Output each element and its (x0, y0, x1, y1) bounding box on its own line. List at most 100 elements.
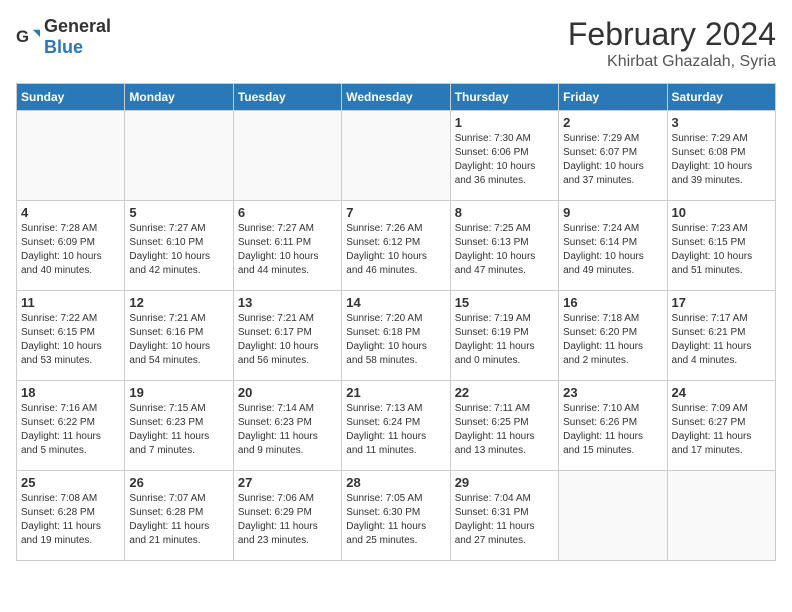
day-info: Sunrise: 7:13 AMSunset: 6:24 PMDaylight:… (346, 402, 445, 458)
day-number: 13 (238, 295, 337, 310)
subtitle: Khirbat Ghazalah, Syria (568, 53, 776, 71)
calendar-cell (125, 111, 233, 201)
calendar-cell: 20 Sunrise: 7:14 AMSunset: 6:23 PMDayligh… (233, 381, 341, 471)
day-info: Sunrise: 7:19 AMSunset: 6:19 PMDaylight:… (455, 312, 554, 368)
calendar-cell: 23 Sunrise: 7:10 AMSunset: 6:26 PMDayligh… (559, 381, 667, 471)
day-info: Sunrise: 7:24 AMSunset: 6:14 PMDaylight:… (563, 222, 662, 278)
weekday-header-wednesday: Wednesday (342, 84, 450, 111)
calendar-cell: 3 Sunrise: 7:29 AMSunset: 6:08 PMDaylight… (667, 111, 775, 201)
page-header: G General Blue February 2024 Khirbat Gha… (16, 16, 776, 71)
calendar-cell: 14 Sunrise: 7:20 AMSunset: 6:18 PMDayligh… (342, 291, 450, 381)
logo-blue: Blue (44, 37, 83, 57)
day-info: Sunrise: 7:10 AMSunset: 6:26 PMDaylight:… (563, 402, 662, 458)
calendar-cell: 18 Sunrise: 7:16 AMSunset: 6:22 PMDayligh… (17, 381, 125, 471)
svg-text:G: G (16, 27, 29, 46)
day-number: 3 (672, 115, 771, 130)
day-number: 29 (455, 475, 554, 490)
calendar-cell (667, 471, 775, 561)
calendar-table: SundayMondayTuesdayWednesdayThursdayFrid… (16, 83, 776, 561)
calendar-cell: 16 Sunrise: 7:18 AMSunset: 6:20 PMDayligh… (559, 291, 667, 381)
day-number: 17 (672, 295, 771, 310)
day-number: 12 (129, 295, 228, 310)
day-number: 5 (129, 205, 228, 220)
day-info: Sunrise: 7:21 AMSunset: 6:16 PMDaylight:… (129, 312, 228, 368)
day-number: 4 (21, 205, 120, 220)
weekday-header-saturday: Saturday (667, 84, 775, 111)
day-number: 15 (455, 295, 554, 310)
calendar-cell: 25 Sunrise: 7:08 AMSunset: 6:28 PMDayligh… (17, 471, 125, 561)
day-number: 23 (563, 385, 662, 400)
day-number: 10 (672, 205, 771, 220)
calendar-cell: 1 Sunrise: 7:30 AMSunset: 6:06 PMDaylight… (450, 111, 558, 201)
day-info: Sunrise: 7:28 AMSunset: 6:09 PMDaylight:… (21, 222, 120, 278)
calendar-cell: 21 Sunrise: 7:13 AMSunset: 6:24 PMDayligh… (342, 381, 450, 471)
calendar-cell: 2Sunrise: 7:29 AMSunset: 6:07 PMDaylight… (559, 111, 667, 201)
day-info: Sunrise: 7:30 AMSunset: 6:06 PMDaylight:… (455, 132, 554, 188)
day-info: Sunrise: 7:25 AMSunset: 6:13 PMDaylight:… (455, 222, 554, 278)
calendar-cell (233, 111, 341, 201)
weekday-header-sunday: Sunday (17, 84, 125, 111)
week-row-2: 4 Sunrise: 7:28 AMSunset: 6:09 PMDaylight… (17, 201, 776, 291)
week-row-4: 18 Sunrise: 7:16 AMSunset: 6:22 PMDayligh… (17, 381, 776, 471)
day-info: Sunrise: 7:08 AMSunset: 6:28 PMDaylight:… (21, 492, 120, 548)
calendar-cell: 10 Sunrise: 7:23 AMSunset: 6:15 PMDayligh… (667, 201, 775, 291)
day-number: 26 (129, 475, 228, 490)
calendar-cell: 12 Sunrise: 7:21 AMSunset: 6:16 PMDayligh… (125, 291, 233, 381)
weekday-header-row: SundayMondayTuesdayWednesdayThursdayFrid… (17, 84, 776, 111)
day-number: 25 (21, 475, 120, 490)
day-number: 9 (563, 205, 662, 220)
day-number: 24 (672, 385, 771, 400)
calendar-cell: 6Sunrise: 7:27 AMSunset: 6:11 PMDaylight… (233, 201, 341, 291)
day-number: 1 (455, 115, 554, 130)
day-info: Sunrise: 7:14 AMSunset: 6:23 PMDaylight:… (238, 402, 337, 458)
logo: G General Blue (16, 16, 111, 58)
title-area: February 2024 Khirbat Ghazalah, Syria (568, 16, 776, 71)
day-info: Sunrise: 7:22 AMSunset: 6:15 PMDaylight:… (21, 312, 120, 368)
calendar-cell: 24 Sunrise: 7:09 AMSunset: 6:27 PMDayligh… (667, 381, 775, 471)
calendar-cell: 7Sunrise: 7:26 AMSunset: 6:12 PMDaylight… (342, 201, 450, 291)
calendar-cell (342, 111, 450, 201)
week-row-1: 1 Sunrise: 7:30 AMSunset: 6:06 PMDaylight… (17, 111, 776, 201)
week-row-5: 25 Sunrise: 7:08 AMSunset: 6:28 PMDayligh… (17, 471, 776, 561)
day-info: Sunrise: 7:20 AMSunset: 6:18 PMDaylight:… (346, 312, 445, 368)
day-info: Sunrise: 7:06 AMSunset: 6:29 PMDaylight:… (238, 492, 337, 548)
day-info: Sunrise: 7:23 AMSunset: 6:15 PMDaylight:… (672, 222, 771, 278)
calendar-cell (559, 471, 667, 561)
day-number: 22 (455, 385, 554, 400)
logo-icon: G (16, 25, 40, 49)
day-info: Sunrise: 7:27 AMSunset: 6:11 PMDaylight:… (238, 222, 337, 278)
day-info: Sunrise: 7:17 AMSunset: 6:21 PMDaylight:… (672, 312, 771, 368)
calendar-cell: 15 Sunrise: 7:19 AMSunset: 6:19 PMDayligh… (450, 291, 558, 381)
day-number: 11 (21, 295, 120, 310)
day-info: Sunrise: 7:11 AMSunset: 6:25 PMDaylight:… (455, 402, 554, 458)
calendar-cell: 22 Sunrise: 7:11 AMSunset: 6:25 PMDayligh… (450, 381, 558, 471)
calendar-cell (17, 111, 125, 201)
day-info: Sunrise: 7:29 AMSunset: 6:08 PMDaylight:… (672, 132, 771, 188)
day-info: Sunrise: 7:21 AMSunset: 6:17 PMDaylight:… (238, 312, 337, 368)
day-number: 21 (346, 385, 445, 400)
day-number: 28 (346, 475, 445, 490)
calendar-cell: 28 Sunrise: 7:05 AMSunset: 6:30 PMDayligh… (342, 471, 450, 561)
day-info: Sunrise: 7:27 AMSunset: 6:10 PMDaylight:… (129, 222, 228, 278)
calendar-cell: 17 Sunrise: 7:17 AMSunset: 6:21 PMDayligh… (667, 291, 775, 381)
day-info: Sunrise: 7:26 AMSunset: 6:12 PMDaylight:… (346, 222, 445, 278)
day-number: 20 (238, 385, 337, 400)
main-title: February 2024 (568, 16, 776, 53)
day-number: 14 (346, 295, 445, 310)
day-info: Sunrise: 7:18 AMSunset: 6:20 PMDaylight:… (563, 312, 662, 368)
day-info: Sunrise: 7:07 AMSunset: 6:28 PMDaylight:… (129, 492, 228, 548)
weekday-header-thursday: Thursday (450, 84, 558, 111)
day-number: 16 (563, 295, 662, 310)
day-number: 18 (21, 385, 120, 400)
day-info: Sunrise: 7:05 AMSunset: 6:30 PMDaylight:… (346, 492, 445, 548)
day-info: Sunrise: 7:09 AMSunset: 6:27 PMDaylight:… (672, 402, 771, 458)
week-row-3: 11 Sunrise: 7:22 AMSunset: 6:15 PMDayligh… (17, 291, 776, 381)
calendar-cell: 9 Sunrise: 7:24 AMSunset: 6:14 PMDaylight… (559, 201, 667, 291)
day-info: Sunrise: 7:04 AMSunset: 6:31 PMDaylight:… (455, 492, 554, 548)
day-number: 27 (238, 475, 337, 490)
calendar-cell: 4 Sunrise: 7:28 AMSunset: 6:09 PMDaylight… (17, 201, 125, 291)
day-number: 2 (563, 115, 662, 130)
calendar-cell: 8Sunrise: 7:25 AMSunset: 6:13 PMDaylight… (450, 201, 558, 291)
day-number: 19 (129, 385, 228, 400)
day-info: Sunrise: 7:16 AMSunset: 6:22 PMDaylight:… (21, 402, 120, 458)
